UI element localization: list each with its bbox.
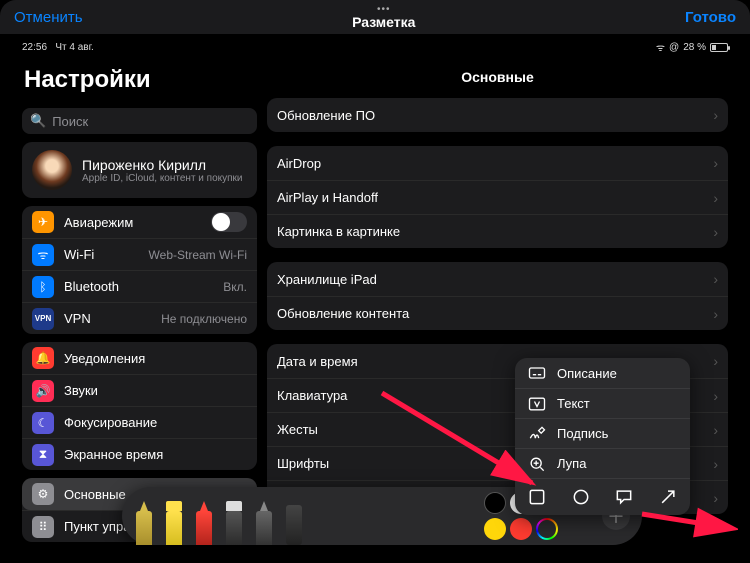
sidebar-item-bluetooth[interactable]: ᛒ Bluetooth Вкл. (22, 270, 257, 302)
cancel-button[interactable]: Отменить (14, 9, 83, 26)
screenshot-canvas[interactable]: 22:56 Чт 4 авг. ᯤ @ 28 % Настройки 🔍 Пои… (12, 38, 738, 551)
chevron-right-icon: › (713, 422, 718, 438)
sidebar-item-notifications[interactable]: 🔔 Уведомления (22, 342, 257, 374)
main-group-sharing: AirDrop› AirPlay и Handoff› Картинка в к… (267, 146, 728, 248)
row-airplay[interactable]: AirPlay и Handoff› (267, 180, 728, 214)
status-bar: 22:56 Чт 4 авг. ᯤ @ 28 % (12, 38, 738, 56)
pen-tool-lasso[interactable] (254, 501, 274, 545)
chevron-right-icon: › (713, 190, 718, 206)
wifi-status-icon: ᯤ (656, 40, 665, 54)
row-pip[interactable]: Картинка в картинке› (267, 214, 728, 248)
bluetooth-icon: ᛒ (32, 276, 54, 298)
markup-title: ••• Разметка (352, 4, 415, 30)
vpn-icon: VPN (32, 308, 54, 330)
annotation-arrow-2 (630, 498, 738, 538)
gear-icon: ⚙︎ (32, 483, 54, 505)
profile-subtitle: Apple ID, iCloud, контент и покупки (82, 173, 243, 184)
at-icon: @ (669, 42, 679, 53)
moon-icon: ☾ (32, 412, 54, 434)
hourglass-icon: ⧗ (32, 444, 54, 466)
chevron-right-icon: › (713, 353, 718, 369)
status-time: 22:56 (22, 42, 47, 53)
pen-tool-pencil[interactable] (194, 501, 214, 545)
sidebar-group-attention: 🔔 Уведомления 🔊 Звуки ☾ Фокусирование ⧗ … (22, 342, 257, 470)
airplane-toggle[interactable] (211, 212, 247, 232)
main-group-about: Обновление ПО› (267, 98, 728, 132)
chevron-right-icon: › (713, 107, 718, 123)
row-airdrop[interactable]: AirDrop› (267, 146, 728, 180)
search-placeholder: Поиск (52, 114, 88, 129)
pen-tool-eraser[interactable] (224, 501, 244, 545)
chevron-right-icon: › (713, 224, 718, 240)
avatar (32, 150, 72, 190)
chevron-right-icon: › (713, 306, 718, 322)
speaker-icon: 🔊 (32, 380, 54, 402)
battery-pct: 28 % (683, 42, 706, 53)
done-button[interactable]: Готово (685, 9, 736, 26)
airplane-icon: ✈︎ (32, 211, 54, 233)
battery-icon (710, 43, 728, 52)
row-background-refresh[interactable]: Обновление контента› (267, 296, 728, 330)
settings-sidebar: Настройки 🔍 Поиск Пироженко Кирилл Apple… (12, 56, 267, 551)
circle-shape-icon[interactable] (571, 487, 591, 507)
chevron-right-icon: › (713, 388, 718, 404)
chevron-right-icon: › (713, 456, 718, 472)
chevron-right-icon: › (713, 271, 718, 287)
wifi-icon: ᯤ (32, 244, 54, 266)
color-swatch-yellow[interactable] (484, 518, 506, 540)
annotation-arrow-1 (372, 383, 552, 503)
sliders-icon: ⠿ (32, 516, 54, 538)
profile-card[interactable]: Пироженко Кирилл Apple ID, iCloud, конте… (22, 142, 257, 198)
pen-tool-marker[interactable] (134, 501, 154, 545)
profile-name: Пироженко Кирилл (82, 157, 243, 173)
main-header-title: Основные (267, 56, 728, 98)
chevron-right-icon: › (713, 155, 718, 171)
color-swatch-red[interactable] (510, 518, 532, 540)
sidebar-item-airplane[interactable]: ✈︎ Авиарежим (22, 206, 257, 238)
main-group-storage: Хранилище iPad› Обновление контента› (267, 262, 728, 330)
sidebar-item-screentime[interactable]: ⧗ Экранное время (22, 438, 257, 470)
sidebar-item-focus[interactable]: ☾ Фокусирование (22, 406, 257, 438)
sidebar-item-wifi[interactable]: ᯤ Wi-Fi Web-Stream Wi-Fi (22, 238, 257, 270)
pen-tool-ruler[interactable] (284, 505, 304, 545)
pen-tool-highlighter[interactable] (164, 501, 184, 545)
search-icon: 🔍 (30, 113, 46, 129)
status-date: Чт 4 авг. (55, 42, 93, 53)
bell-icon: 🔔 (32, 347, 54, 369)
row-software-update[interactable]: Обновление ПО› (267, 98, 728, 132)
row-storage[interactable]: Хранилище iPad› (267, 262, 728, 296)
page-title: Настройки (24, 66, 257, 94)
sidebar-group-network: ✈︎ Авиарежим ᯤ Wi-Fi Web-Stream Wi-Fi ᛒ … (22, 206, 257, 334)
caption-icon (527, 363, 547, 383)
search-input[interactable]: 🔍 Поиск (22, 108, 257, 134)
sidebar-item-sounds[interactable]: 🔊 Звуки (22, 374, 257, 406)
markup-editor-header: Отменить ••• Разметка Готово (0, 0, 750, 34)
sidebar-item-vpn[interactable]: VPN VPN Не подключено (22, 302, 257, 334)
color-picker-button[interactable] (536, 518, 558, 540)
